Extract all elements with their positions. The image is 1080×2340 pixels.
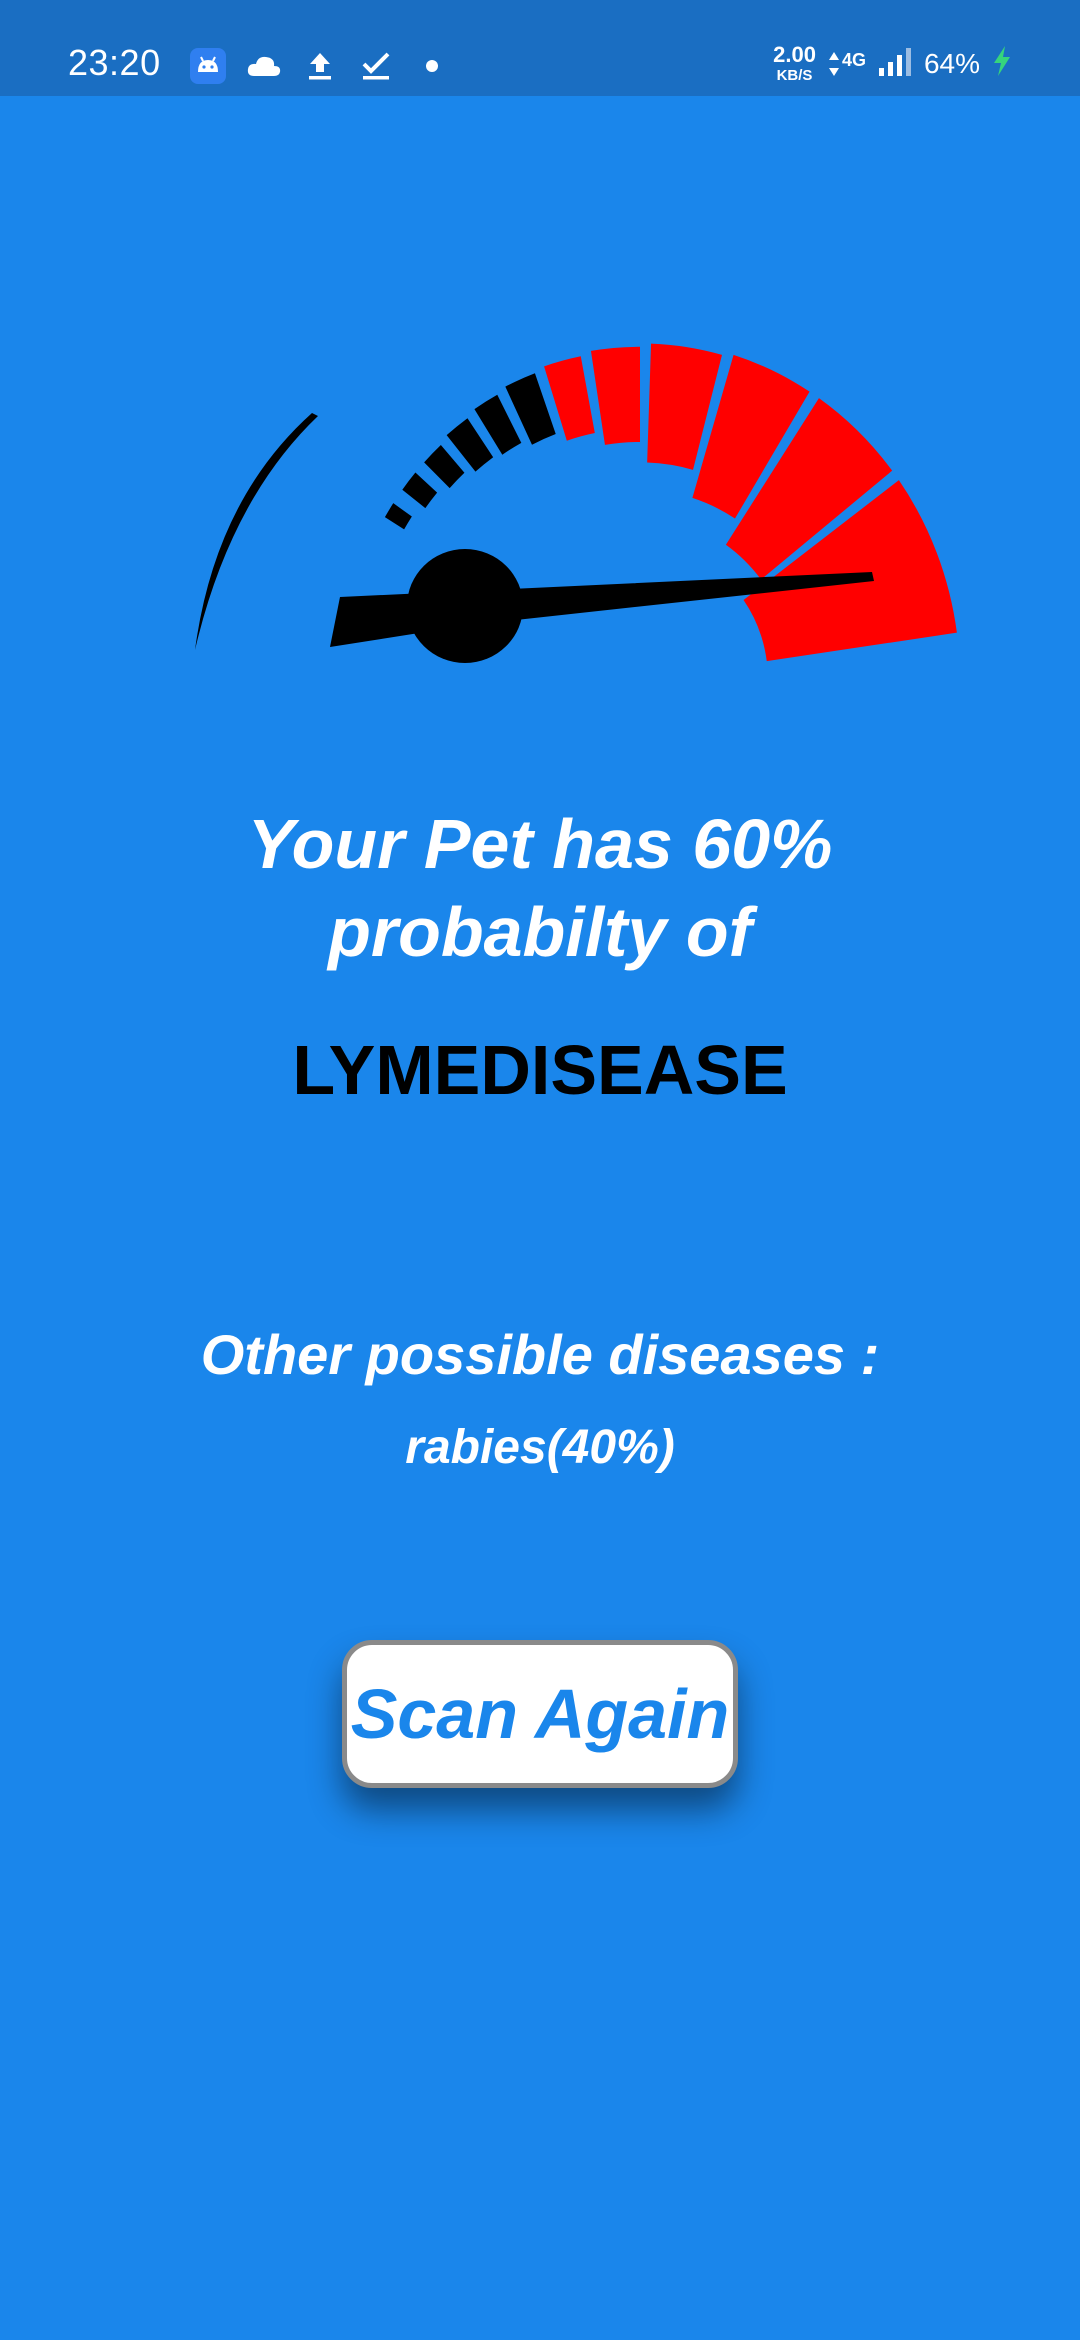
dot-icon bbox=[412, 46, 452, 86]
other-diseases-label: Other possible diseases : bbox=[200, 1323, 880, 1386]
status-right: 2.00 KB/S 4G 64% bbox=[773, 44, 1012, 83]
result-headline-line2: probabilty of bbox=[328, 893, 752, 971]
check-icon bbox=[356, 46, 396, 86]
status-time: 23:20 bbox=[68, 42, 161, 83]
result-headline-line1: Your Pet has 60% bbox=[247, 805, 833, 883]
network-type: 4G bbox=[841, 49, 866, 70]
status-bar: 23:20 2.00 KB/S 4G 64% bbox=[0, 0, 1080, 96]
battery-percent: 64% bbox=[923, 47, 980, 79]
scan-again-button[interactable]: Scan Again bbox=[342, 1640, 738, 1788]
gauge-segment bbox=[424, 445, 465, 489]
data-arrows-icon: 4G bbox=[828, 50, 866, 78]
network-speed: 2.00 KB/S bbox=[773, 42, 816, 84]
result-headline: Your Pet has 60% probabilty of bbox=[0, 800, 1080, 976]
gauge-segment bbox=[590, 346, 640, 445]
signal-icon bbox=[878, 46, 912, 81]
probability-gauge bbox=[0, 200, 1080, 680]
upload-icon bbox=[300, 46, 340, 86]
network-speed-unit: KB/S bbox=[776, 67, 813, 84]
cloud-icon bbox=[244, 46, 284, 86]
charging-icon bbox=[992, 45, 1012, 82]
gauge-segment bbox=[384, 503, 412, 530]
gauge-arc-tail bbox=[195, 413, 318, 650]
android-icon bbox=[188, 46, 228, 86]
other-disease-item: rabies(40%) bbox=[405, 1421, 675, 1474]
network-speed-value: 2.00 bbox=[773, 42, 816, 67]
disease-name: LYMEDISEASE bbox=[292, 1031, 788, 1109]
gauge-segment bbox=[402, 472, 438, 509]
notification-icons bbox=[188, 46, 452, 86]
